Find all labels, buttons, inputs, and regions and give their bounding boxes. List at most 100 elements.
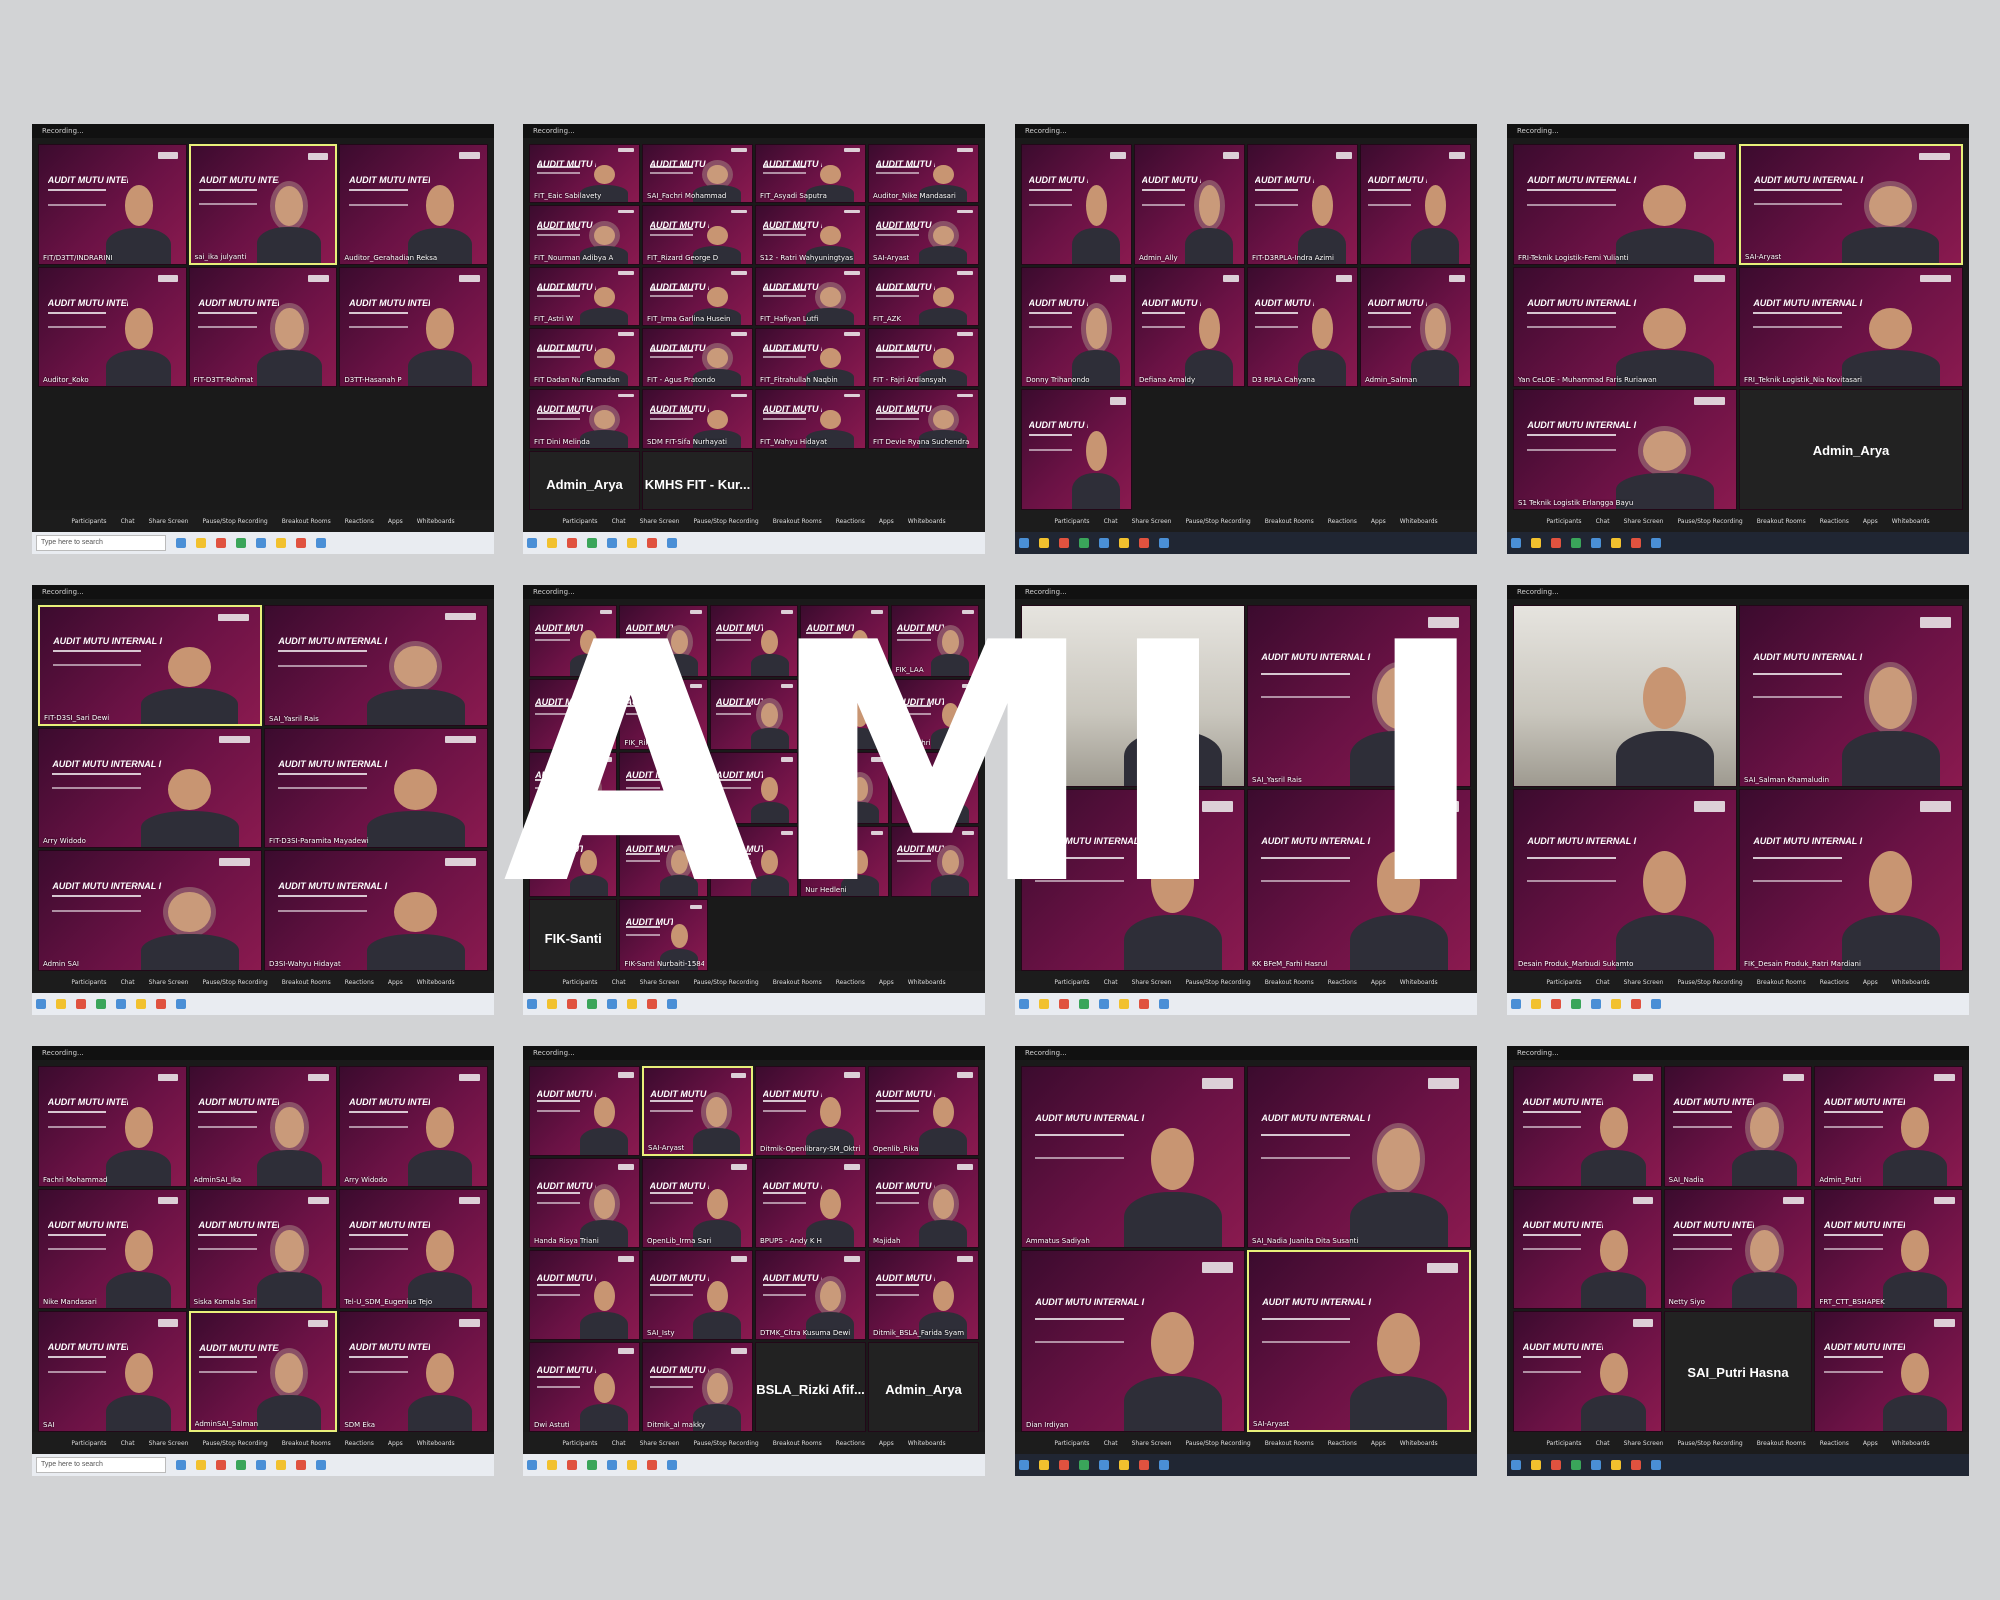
zoom-control-reactions[interactable]: Reactions — [836, 979, 865, 986]
participant-tile[interactable]: AUDIT MUTU INTERNAL I SAI — [38, 1311, 187, 1432]
zoom-control-breakout-rooms[interactable]: Breakout Rooms — [282, 518, 331, 525]
participant-tile[interactable]: AUDIT MUTU INTERNAL IAdminSAI_Salman — [188, 1311, 338, 1432]
participant-tile[interactable]: AUDIT MUTU INTERNAL Isai_ika julyanti — [188, 144, 338, 265]
participant-tile[interactable]: AUDIT MUTU INTERNAL IFIT - Fajri Ardians… — [868, 327, 979, 388]
participant-tile[interactable]: AUDIT MUTU INTERNAL I FRI-Teknik Logistik… — [1513, 144, 1737, 265]
zoom-control-apps[interactable]: Apps — [1863, 979, 1878, 986]
taskbar-app-icon[interactable] — [36, 999, 46, 1009]
taskbar-app-icon[interactable] — [1611, 1460, 1621, 1470]
taskbar-app-icon[interactable] — [1651, 999, 1661, 1009]
participant-tile[interactable]: AUDIT MUTU INTERNAL ISAI_Fachri Mohammad — [642, 144, 753, 204]
participant-tile[interactable]: AUDIT MUTU INTERNAL I Admin_Putri — [1814, 1066, 1963, 1187]
taskbar-app-icon[interactable] — [1119, 999, 1129, 1009]
taskbar-app-icon[interactable] — [1079, 1460, 1089, 1470]
taskbar-app-icon[interactable] — [1551, 538, 1561, 548]
zoom-control-whiteboards[interactable]: Whiteboards — [908, 979, 946, 986]
taskbar-app-icon[interactable] — [1531, 538, 1541, 548]
zoom-control-whiteboards[interactable]: Whiteboards — [1892, 979, 1930, 986]
participant-tile[interactable]: AUDIT MUTU INTERNAL IFIT Devie Ryana Suc… — [868, 389, 979, 449]
participant-tile[interactable]: AUDIT MUTU INTERNAL I Auditor_Gerahadian … — [339, 144, 488, 265]
participant-tile[interactable]: AUDIT MUTU INTERNAL IFIT_Astri W — [529, 266, 640, 326]
zoom-control-share-screen[interactable]: Share Screen — [1624, 518, 1664, 525]
zoom-control-pause-stop-recording[interactable]: Pause/Stop Recording — [693, 1440, 758, 1447]
zoom-control-apps[interactable]: Apps — [388, 518, 403, 525]
zoom-control-whiteboards[interactable]: Whiteboards — [1892, 518, 1930, 525]
zoom-control-breakout-rooms[interactable]: Breakout Rooms — [1757, 979, 1806, 986]
taskbar-app-icon[interactable] — [1631, 538, 1641, 548]
participant-tile[interactable]: AUDIT MUTU INTERNAL I Auditor_Koko — [38, 266, 187, 388]
taskbar-app-icon[interactable] — [587, 999, 597, 1009]
zoom-control-apps[interactable]: Apps — [1863, 518, 1878, 525]
taskbar-app-icon[interactable] — [627, 999, 637, 1009]
zoom-control-pause-stop-recording[interactable]: Pause/Stop Recording — [1677, 518, 1742, 525]
zoom-control-whiteboards[interactable]: Whiteboards — [1400, 979, 1438, 986]
taskbar-app-icon[interactable] — [1019, 538, 1029, 548]
taskbar-app-icon[interactable] — [1079, 538, 1089, 548]
taskbar-app-icon[interactable] — [296, 538, 306, 548]
zoom-control-share-screen[interactable]: Share Screen — [1624, 979, 1664, 986]
zoom-control-pause-stop-recording[interactable]: Pause/Stop Recording — [202, 979, 267, 986]
participant-tile[interactable]: Admin_Arya — [1739, 389, 1963, 510]
zoom-control-participants[interactable]: Participants — [71, 979, 106, 986]
zoom-control-share-screen[interactable]: Share Screen — [149, 518, 189, 525]
zoom-control-apps[interactable]: Apps — [1371, 1440, 1386, 1447]
taskbar-app-icon[interactable] — [527, 538, 537, 548]
participant-tile[interactable]: AUDIT MUTU INTERNAL IBPUPS - Andy K H — [755, 1158, 866, 1248]
taskbar-app-icon[interactable] — [567, 1460, 577, 1470]
zoom-control-pause-stop-recording[interactable]: Pause/Stop Recording — [1677, 979, 1742, 986]
taskbar-app-icon[interactable] — [1651, 1460, 1661, 1470]
zoom-control-apps[interactable]: Apps — [879, 979, 894, 986]
taskbar-app-icon[interactable] — [527, 999, 537, 1009]
taskbar-app-icon[interactable] — [667, 999, 677, 1009]
participant-tile[interactable]: BSLA_Rizki Afif... — [755, 1342, 866, 1432]
taskbar-app-icon[interactable] — [1159, 999, 1169, 1009]
taskbar-app-icon[interactable] — [1551, 999, 1561, 1009]
zoom-control-pause-stop-recording[interactable]: Pause/Stop Recording — [693, 979, 758, 986]
taskbar-app-icon[interactable] — [607, 999, 617, 1009]
zoom-control-participants[interactable]: Participants — [1546, 1440, 1581, 1447]
participant-tile[interactable]: AUDIT MUTU INTERNAL I Defiana Arnaldy — [1134, 266, 1245, 388]
participant-tile[interactable]: AUDIT MUTU INTERNAL I SAI_Nadia Juanita D… — [1247, 1066, 1471, 1248]
taskbar-app-icon[interactable] — [1571, 999, 1581, 1009]
participant-tile[interactable]: AUDIT MUTU INTERNAL IDwi Astuti — [529, 1342, 640, 1432]
zoom-control-reactions[interactable]: Reactions — [836, 1440, 865, 1447]
participant-tile[interactable]: AUDIT MUTU INTERNAL IAuditor_Nike Mandas… — [868, 144, 979, 204]
taskbar-app-icon[interactable] — [236, 538, 246, 548]
taskbar-app-icon[interactable] — [296, 1460, 306, 1470]
taskbar-app-icon[interactable] — [156, 999, 166, 1009]
participant-tile[interactable]: AUDIT MUTU INTERNAL I FIT-D3TT-Rohmat — [188, 266, 338, 388]
zoom-control-participants[interactable]: Participants — [1054, 979, 1089, 986]
taskbar-app-icon[interactable] — [1511, 999, 1521, 1009]
zoom-control-chat[interactable]: Chat — [612, 518, 626, 525]
zoom-control-apps[interactable]: Apps — [879, 1440, 894, 1447]
participant-tile[interactable]: AUDIT MUTU INTERNAL IFIT_Nourman Adibya … — [529, 205, 640, 265]
participant-tile[interactable]: AUDIT MUTU INTERNAL IFIT - Agus Pratondo — [642, 327, 753, 388]
zoom-control-pause-stop-recording[interactable]: Pause/Stop Recording — [1185, 518, 1250, 525]
taskbar-app-icon[interactable] — [667, 538, 677, 548]
zoom-control-reactions[interactable]: Reactions — [1328, 979, 1357, 986]
participant-tile[interactable]: AUDIT MUTU INTERNAL I FIT/D3TT/INDRARINI — [38, 144, 187, 265]
taskbar-app-icon[interactable] — [1531, 1460, 1541, 1470]
taskbar-app-icon[interactable] — [1039, 1460, 1049, 1470]
zoom-control-chat[interactable]: Chat — [1596, 518, 1610, 525]
taskbar-app-icon[interactable] — [196, 538, 206, 548]
zoom-control-pause-stop-recording[interactable]: Pause/Stop Recording — [202, 1440, 267, 1447]
taskbar-app-icon[interactable] — [587, 538, 597, 548]
zoom-control-chat[interactable]: Chat — [1104, 1440, 1118, 1447]
participant-tile[interactable]: AUDIT MUTU INTERNAL I Donny Trihanondo — [1021, 266, 1132, 388]
taskbar-app-icon[interactable] — [176, 1460, 186, 1470]
zoom-control-participants[interactable]: Participants — [562, 1440, 597, 1447]
taskbar-app-icon[interactable] — [316, 1460, 326, 1470]
participant-tile[interactable]: AUDIT MUTU INTERNAL I FRI_Teknik Logistik… — [1739, 266, 1963, 388]
participant-tile[interactable]: AUDIT MUTU INTERNAL I Dian Irdiyan — [1021, 1250, 1245, 1432]
zoom-control-chat[interactable]: Chat — [121, 1440, 135, 1447]
taskbar-app-icon[interactable] — [567, 999, 577, 1009]
taskbar-app-icon[interactable] — [1059, 538, 1069, 548]
participant-tile[interactable]: AUDIT MUTU INTERNAL IOpenLib_Irma Sari — [642, 1158, 753, 1248]
taskbar-app-icon[interactable] — [1119, 1460, 1129, 1470]
taskbar-app-icon[interactable] — [1119, 538, 1129, 548]
zoom-control-participants[interactable]: Participants — [1054, 518, 1089, 525]
participant-tile[interactable]: AUDIT MUTU INTERNAL IS12 - Ratri Wahyuni… — [755, 205, 866, 265]
taskbar-app-icon[interactable] — [627, 1460, 637, 1470]
zoom-control-pause-stop-recording[interactable]: Pause/Stop Recording — [1185, 979, 1250, 986]
